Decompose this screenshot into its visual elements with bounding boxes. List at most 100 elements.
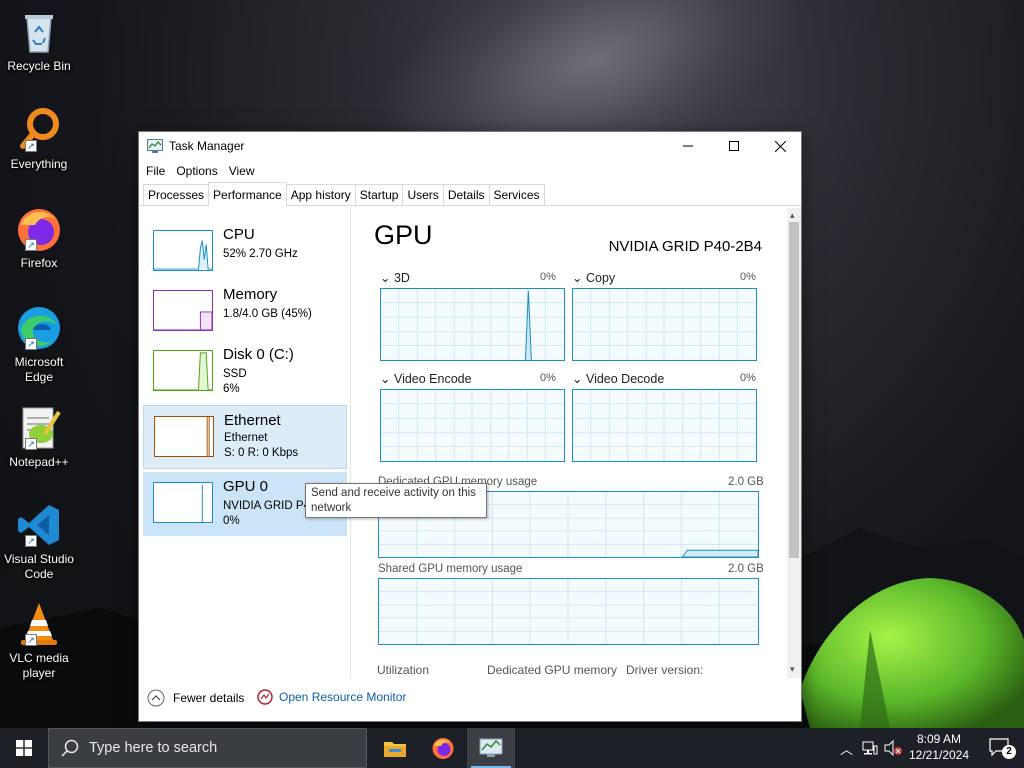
task-manager-icon [479, 738, 503, 757]
resource-monitor-icon [257, 689, 273, 705]
sidebar-item-detail: Ethernet [224, 432, 268, 444]
desktop-icon-edge[interactable]: ↗ Microsoft Edge [2, 304, 76, 385]
desktop-icon-recycle-bin[interactable]: Recycle Bin [2, 8, 76, 74]
volume-muted-icon[interactable] [884, 740, 902, 756]
graph-percent: 0% [740, 372, 756, 384]
graph-3d [380, 288, 565, 361]
desktop-icon-label: Visual Studio Code [4, 552, 74, 581]
start-button[interactable] [0, 728, 48, 768]
resource-sidebar: CPU 52% 2.70 GHz Memory 1.8/4.0 GB (45%)… [139, 208, 351, 678]
notification-count-badge: 2 [1002, 745, 1016, 759]
desktop-icon-firefox[interactable]: ↗ Firefox [2, 205, 76, 271]
menu-view[interactable]: View [228, 164, 262, 178]
vertical-scrollbar[interactable]: ▴ ▾ [787, 208, 801, 678]
desktop-icon-label: VLC media player [9, 651, 69, 680]
desktop-icon-vlc[interactable]: ↗ VLC media player [2, 600, 76, 681]
edge-icon: ↗ [15, 304, 63, 352]
vscode-icon: ↗ [15, 501, 63, 549]
action-center-button[interactable]: 2 [988, 737, 1016, 759]
graph-percent: 0% [540, 372, 556, 384]
shortcut-arrow-icon: ↗ [25, 535, 37, 547]
menu-file[interactable]: File [145, 164, 172, 178]
page-title: GPU [374, 220, 433, 250]
title-bar[interactable]: Task Manager [139, 132, 801, 160]
chevron-down-icon: ⌄ [380, 372, 391, 386]
sidebar-item-disk[interactable]: Disk 0 (C:) SSD 6% [143, 340, 347, 404]
sidebar-item-cpu[interactable]: CPU 52% 2.70 GHz [143, 220, 347, 284]
desktop-icon-label: Firefox [20, 256, 58, 270]
scroll-up-icon[interactable]: ▴ [790, 210, 795, 221]
taskbar-clock[interactable]: 8:09 AM 12/21/2024 [904, 731, 974, 763]
sidebar-item-detail: SSD [223, 368, 247, 380]
scroll-down-icon[interactable]: ▾ [790, 664, 795, 675]
desktop-icon-label: Recycle Bin [7, 59, 71, 73]
search-icon [61, 739, 79, 757]
task-manager-window: Task Manager File Options View Processes… [138, 131, 802, 722]
stat-dedicated-memory-label: Dedicated GPU memory [487, 663, 618, 677]
sidebar-item-name: Disk 0 (C:) [223, 346, 294, 363]
desktop-icon-notepadpp[interactable]: ↗ Notepad++ [2, 404, 76, 470]
chevron-down-icon: ⌄ [572, 271, 583, 285]
taskbar-task-manager[interactable] [467, 728, 515, 768]
clock-time: 8:09 AM [916, 732, 962, 746]
memory-thumbnail-graph [153, 290, 213, 331]
clock-date: 12/21/2024 [908, 748, 970, 762]
fewer-details-button[interactable]: Fewer details [147, 689, 244, 707]
sidebar-item-name: Ethernet [224, 412, 281, 429]
sidebar-item-detail-2: S: 0 R: 0 Kbps [224, 447, 299, 459]
sidebar-item-memory[interactable]: Memory 1.8/4.0 GB (45%) [143, 280, 347, 344]
graph-label-text: Video Decode [585, 372, 665, 386]
tab-details[interactable]: Details [442, 184, 490, 205]
sidebar-item-name: CPU [223, 226, 255, 243]
menu-bar: File Options View [139, 160, 801, 182]
taskbar-firefox[interactable] [419, 728, 467, 768]
shared-memory-max: 2.0 GB [728, 563, 764, 575]
graph-selector-copy[interactable]: ⌄ Copy [572, 270, 615, 285]
minimize-button[interactable] [665, 132, 711, 160]
maximize-icon [729, 141, 739, 151]
system-tray: ︿ 8:09 AM 12/21/2024 2 [834, 728, 1024, 768]
graph-selector-video-decode[interactable]: ⌄ Video Decode [572, 371, 664, 386]
network-icon[interactable] [862, 740, 878, 756]
tab-bar: Processes Performance App history Startu… [139, 182, 801, 206]
graph-selector-video-encode[interactable]: ⌄ Video Encode [380, 371, 472, 386]
tab-users[interactable]: Users [402, 184, 444, 205]
taskbar-file-explorer[interactable] [371, 728, 419, 768]
graph-video-decode [572, 389, 757, 462]
maximize-button[interactable] [711, 132, 757, 160]
recycle-bin-icon [15, 8, 63, 56]
firefox-icon: ↗ [15, 205, 63, 253]
open-resource-monitor-link[interactable]: Open Resource Monitor [257, 689, 406, 705]
tab-app-history[interactable]: App history [285, 184, 356, 205]
sidebar-item-detail: 1.8/4.0 GB (45%) [223, 308, 312, 320]
graph-selector-3d[interactable]: ⌄ 3D [380, 270, 410, 285]
chevron-up-circle-icon [147, 689, 165, 707]
sidebar-item-name: GPU 0 [223, 478, 269, 495]
tab-processes[interactable]: Processes [143, 184, 210, 205]
file-explorer-icon [384, 742, 406, 757]
sidebar-item-detail: NVIDIA GRID P4 [223, 500, 310, 512]
shortcut-arrow-icon: ↗ [25, 239, 37, 251]
sidebar-item-ethernet[interactable]: Ethernet Ethernet S: 0 R: 0 Kbps [143, 405, 347, 469]
ethernet-tooltip: Send and receive activity on this networ… [305, 483, 487, 518]
taskbar-search-box[interactable]: Type here to search [48, 728, 367, 768]
sidebar-item-name: Memory [223, 286, 278, 303]
scroll-thumb[interactable] [789, 222, 799, 558]
tab-performance[interactable]: Performance [208, 182, 287, 206]
menu-options[interactable]: Options [175, 164, 224, 178]
disk-thumbnail-graph [153, 350, 213, 391]
search-placeholder: Type here to search [89, 740, 218, 756]
shortcut-arrow-icon: ↗ [25, 338, 37, 350]
close-button[interactable] [757, 132, 803, 160]
tab-startup[interactable]: Startup [354, 184, 404, 205]
desktop-icon-everything[interactable]: ↗ Everything [2, 106, 76, 172]
gpu-thumbnail-graph [153, 482, 213, 523]
everything-search-icon: ↗ [15, 106, 63, 154]
desktop-icon-vscode[interactable]: ↗ Visual Studio Code [2, 501, 76, 582]
tab-services[interactable]: Services [488, 184, 545, 205]
gpu-detail-panel: GPU NVIDIA GRID P40-2B4 ⌄ 3D 0% ⌄ Copy 0… [352, 208, 788, 678]
stat-driver-version-label: Driver version: [626, 663, 704, 677]
tent-illustration [800, 578, 1024, 728]
show-hidden-icons-chevron-icon[interactable]: ︿ [840, 739, 853, 758]
graph-copy [572, 288, 757, 361]
